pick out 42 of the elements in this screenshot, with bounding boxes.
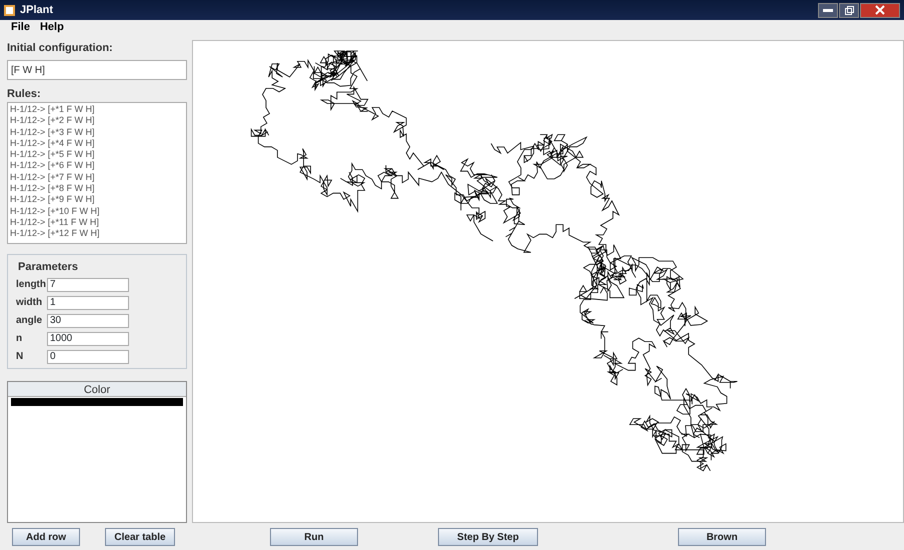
field-label: n: [16, 332, 24, 346]
close-button[interactable]: [860, 2, 900, 18]
rule-text: H-1/12-> [+*10 F W H]: [10, 206, 101, 217]
rule-text: H-1/12-> [+*4 F W H]: [10, 138, 96, 150]
action-button[interactable]: Run: [270, 528, 358, 546]
app-icon: [4, 4, 15, 16]
parameter-field[interactable]: 7: [47, 278, 129, 292]
rule-text: H-1/12-> [+*7 F W H]: [10, 172, 96, 184]
minimize-icon: [823, 8, 833, 12]
field-label: width: [16, 296, 44, 310]
action-button[interactable]: Add row: [12, 528, 80, 546]
parameter-field[interactable]: 30: [47, 314, 129, 328]
menu-item[interactable]: Help: [40, 19, 64, 36]
color-swatch[interactable]: [11, 398, 183, 406]
rule-text: H-1/12-> [+*5 F W H]: [10, 149, 96, 160]
action-button[interactable]: Clear table: [105, 528, 175, 546]
rule-text: H-1/12-> [+*2 F W H]: [10, 115, 96, 127]
rule-text: H-1/12-> [+*3 F W H]: [10, 126, 96, 138]
parameter-field[interactable]: 1: [47, 296, 129, 310]
parameter-field[interactable]: 0: [47, 350, 129, 364]
rule-text: H-1/12-> [+*9 F W H]: [10, 194, 96, 206]
initial-configuration-field[interactable]: [F W H]: [7, 60, 187, 80]
action-button[interactable]: Brown: [678, 528, 766, 546]
action-button[interactable]: Step By Step: [438, 528, 538, 546]
rule-text: H-1/12-> [+*11 F W H]: [10, 216, 100, 228]
column-header: Color: [8, 382, 186, 396]
rule-text: H-1/12-> [+*1 F W H]: [10, 104, 96, 116]
maximize-button[interactable]: [839, 2, 859, 18]
close-icon: [875, 5, 885, 15]
menu-item[interactable]: File: [11, 19, 30, 36]
field-label: N: [16, 350, 24, 364]
rule-text: H-1/12-> [+*6 F W H]: [10, 160, 96, 172]
minimize-button[interactable]: [818, 2, 838, 18]
rule-text: H-1/12-> [+*8 F W H]: [10, 183, 96, 194]
rule-text: H-1/12-> [+*12 F W H]: [10, 228, 101, 240]
field-label: Initial configuration:: [7, 41, 114, 56]
field-label: Rules:: [7, 87, 42, 102]
parameter-field[interactable]: 1000: [47, 332, 129, 346]
restore-icon: [844, 6, 854, 14]
field-label: angle: [16, 314, 44, 328]
field-label: length: [16, 278, 47, 292]
window-title: JPlant: [20, 2, 54, 18]
